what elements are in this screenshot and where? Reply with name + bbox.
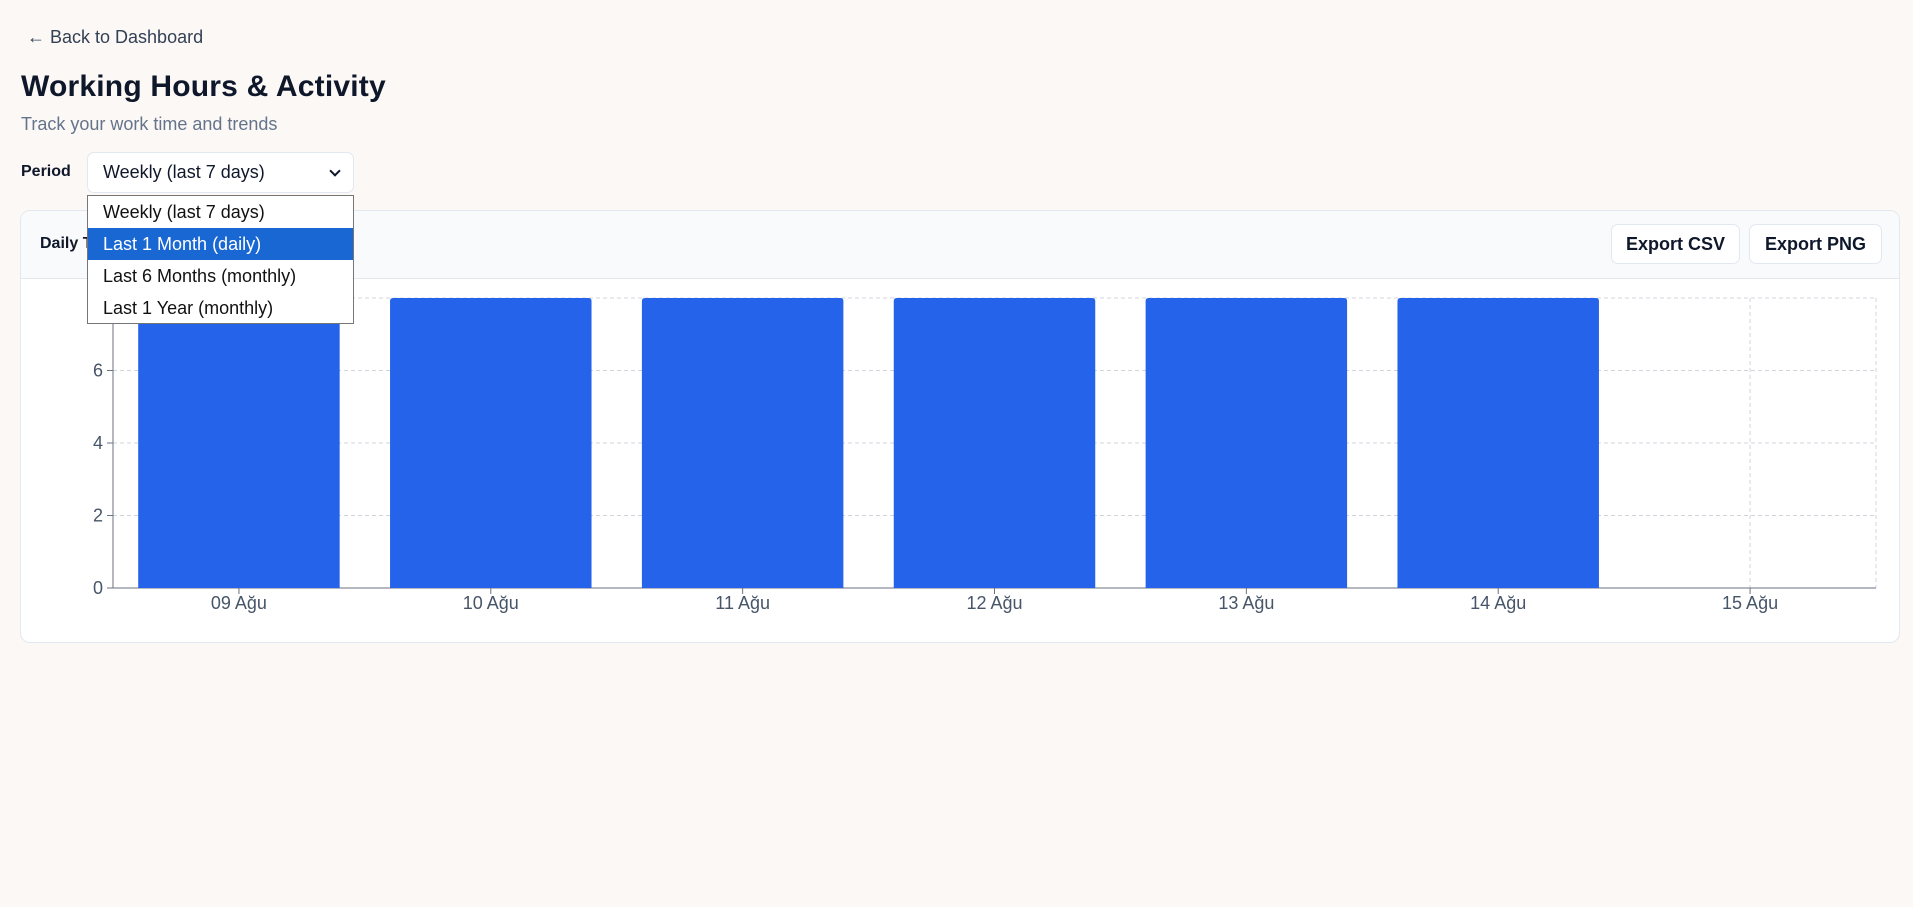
period-option[interactable]: Last 6 Months (monthly) [88,260,353,292]
x-tick-label: 13 Ağu [1218,593,1274,613]
y-tick-label: 6 [93,361,103,381]
chart-bar [138,298,340,588]
period-select-value: Weekly (last 7 days) [103,162,265,182]
period-select[interactable]: Weekly (last 7 days) [87,152,354,193]
y-tick-label: 0 [93,578,103,598]
x-tick-label: 15 Ağu [1722,593,1778,613]
period-option[interactable]: Last 1 Month (daily) [88,228,353,260]
x-tick-label: 10 Ağu [463,593,519,613]
page-title: Working Hours & Activity [21,70,386,103]
period-option[interactable]: Last 1 Year (monthly) [88,292,353,324]
x-tick-label: 09 Ağu [211,593,267,613]
y-tick-label: 4 [93,433,103,453]
x-tick-label: 11 Ağu [715,593,770,613]
y-tick-label: 2 [93,506,103,526]
period-option[interactable]: Weekly (last 7 days) [88,196,353,228]
chart-bar [893,298,1096,588]
back-to-dashboard-link[interactable]: ← Back to Dashboard [27,27,203,48]
page-subtitle: Track your work time and trends [21,114,278,134]
chart-bar [641,298,844,588]
chart-bar [390,298,592,588]
chart-bar [1397,298,1599,588]
period-label: Period [21,163,71,180]
x-tick-label: 12 Ağu [966,593,1022,613]
x-tick-label: 14 Ağu [1470,593,1526,613]
chevron-down-icon [329,164,341,177]
period-dropdown-list: Weekly (last 7 days) Last 1 Month (daily… [87,195,354,324]
chart-bar [1145,298,1348,588]
